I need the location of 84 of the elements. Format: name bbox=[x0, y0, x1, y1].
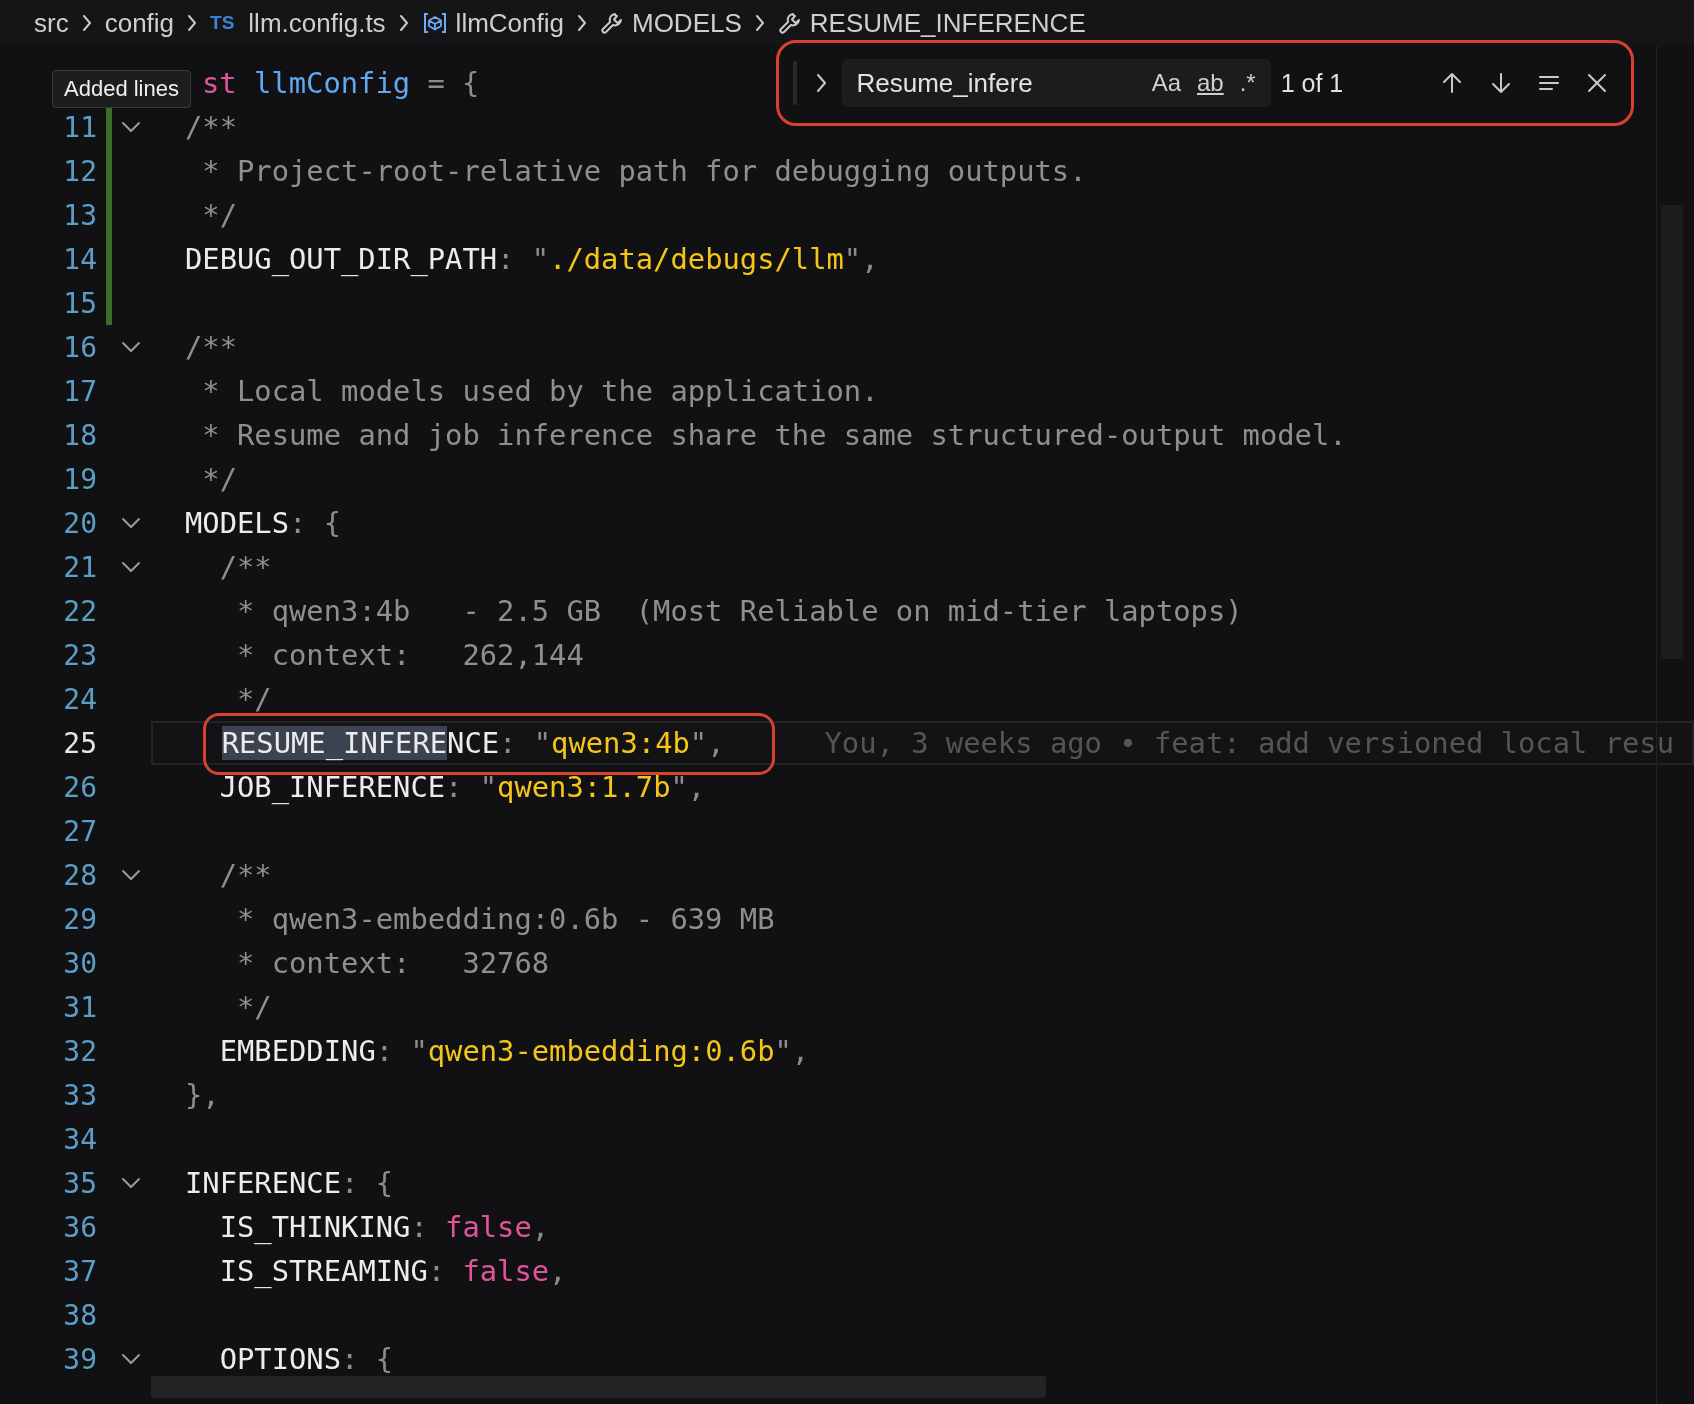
line-number: 32 bbox=[62, 1034, 97, 1068]
line-number: 27 bbox=[62, 814, 97, 848]
chevron-down-icon[interactable] bbox=[121, 1353, 141, 1365]
wrench-icon bbox=[600, 11, 624, 35]
breadcrumb-item[interactable]: TS llm.config.ts bbox=[210, 7, 386, 39]
cube-icon bbox=[421, 11, 448, 35]
code-line: INFERENCE: { bbox=[185, 1166, 394, 1200]
line-number: 11 bbox=[62, 110, 97, 144]
code-line: * Local models used by the application. bbox=[201, 374, 879, 408]
code-line: RESUME_INFERENCE: "qwen3:4b", bbox=[220, 726, 725, 760]
chevron-right-icon bbox=[576, 13, 588, 33]
line-number: 24 bbox=[62, 682, 97, 716]
code-line: * context: 262,144 bbox=[236, 638, 584, 672]
code-line: /** bbox=[218, 550, 272, 584]
breadcrumb-item[interactable]: MODELS bbox=[600, 7, 742, 39]
code-line: st llmConfig = { bbox=[201, 66, 480, 100]
line-number: 35 bbox=[62, 1166, 97, 1200]
chevron-right-icon bbox=[753, 13, 766, 33]
chevron-down-icon[interactable] bbox=[121, 121, 141, 133]
breadcrumb-item[interactable]: RESUME_INFERENCE bbox=[777, 7, 1086, 39]
line-number: 39 bbox=[62, 1342, 97, 1376]
chevron-down-icon[interactable] bbox=[121, 341, 141, 353]
search-option-toggle[interactable]: .* bbox=[1234, 67, 1261, 99]
code-line: IS_THINKING: false, bbox=[218, 1210, 550, 1244]
code-line: }, bbox=[185, 1078, 220, 1112]
line-number: 18 bbox=[62, 418, 97, 452]
code-line: OPTIONS: { bbox=[218, 1342, 394, 1376]
line-number: 12 bbox=[62, 154, 97, 188]
code-line: MODELS: { bbox=[185, 506, 342, 540]
line-number: 38 bbox=[62, 1298, 97, 1332]
code-line: * Project-root-relative path for debugging outputs. bbox=[201, 154, 1087, 188]
line-number: 17 bbox=[62, 374, 97, 408]
code-line: */ bbox=[236, 990, 272, 1024]
chevron-down-icon[interactable] bbox=[121, 517, 141, 529]
breadcrumb-item[interactable]: config bbox=[104, 7, 175, 39]
line-number: 28 bbox=[62, 858, 97, 892]
match-count: 1 of 1 bbox=[1280, 68, 1345, 98]
blame-annotation: You, 3 weeks ago • feat: add versioned local resu bbox=[824, 726, 1675, 760]
line-number: 22 bbox=[62, 594, 97, 628]
chevron-down-icon[interactable] bbox=[121, 561, 141, 573]
line-number: 16 bbox=[62, 330, 97, 364]
code-line: DEBUG_OUT_DIR_PATH: "./data/debugs/llm", bbox=[185, 242, 879, 276]
chevron-down-icon[interactable] bbox=[121, 1177, 141, 1189]
search-option-toggle[interactable]: Aa bbox=[1146, 67, 1186, 99]
line-number: 13 bbox=[62, 198, 97, 232]
chevron-right-icon bbox=[186, 13, 199, 33]
line-number: 33 bbox=[62, 1078, 97, 1112]
breadcrumb-item[interactable]: src bbox=[34, 7, 69, 39]
wrench-icon bbox=[777, 11, 802, 35]
line-number: 23 bbox=[62, 638, 97, 672]
search-field[interactable]: Resume_infere Aa ab .* bbox=[842, 59, 1271, 107]
line-number: 14 bbox=[62, 242, 97, 276]
line-number: 26 bbox=[62, 770, 97, 804]
code-line: /** bbox=[218, 858, 272, 892]
code-line: */ bbox=[201, 198, 238, 232]
line-number: 19 bbox=[62, 462, 97, 496]
breadcrumb-item[interactable]: llmConfig bbox=[421, 7, 564, 39]
code-line: IS_STREAMING: false, bbox=[218, 1254, 567, 1288]
code-line: */ bbox=[236, 682, 272, 716]
line-number: 21 bbox=[62, 550, 97, 584]
code-line: */ bbox=[201, 462, 238, 496]
code-line: EMBEDDING: "qwen3-embedding:0.6b", bbox=[218, 1034, 810, 1068]
search-option-toggle[interactable]: ab bbox=[1192, 67, 1229, 99]
line-number: 20 bbox=[62, 506, 97, 540]
line-number: 31 bbox=[62, 990, 97, 1024]
chevron-right-icon bbox=[397, 13, 410, 33]
chevron-down-icon[interactable] bbox=[121, 869, 141, 881]
line-number: 29 bbox=[62, 902, 97, 936]
line-number: 25 bbox=[62, 726, 97, 760]
line-number: 15 bbox=[62, 286, 97, 320]
line-number: 36 bbox=[62, 1210, 97, 1244]
code-line: * qwen3:4b - 2.5 GB (Most Reliable on mid-tier laptops) bbox=[236, 594, 1243, 628]
tooltip: Added lines bbox=[52, 70, 191, 108]
code-line: * Resume and job inference share the same structured-output model. bbox=[201, 418, 1347, 452]
line-number: 37 bbox=[62, 1254, 97, 1288]
chevron-right-icon bbox=[80, 13, 93, 33]
code-line: JOB_INFERENCE: "qwen3:1.7b", bbox=[218, 770, 706, 804]
line-number: 34 bbox=[62, 1122, 97, 1156]
code-line: /** bbox=[185, 330, 237, 364]
line-number: 30 bbox=[62, 946, 97, 980]
code-line: /** bbox=[185, 110, 237, 144]
code-line: * qwen3-embedding:0.6b - 639 MB bbox=[236, 902, 775, 936]
typescript-icon: TS bbox=[210, 12, 235, 34]
code-line: * context: 32768 bbox=[236, 946, 550, 980]
